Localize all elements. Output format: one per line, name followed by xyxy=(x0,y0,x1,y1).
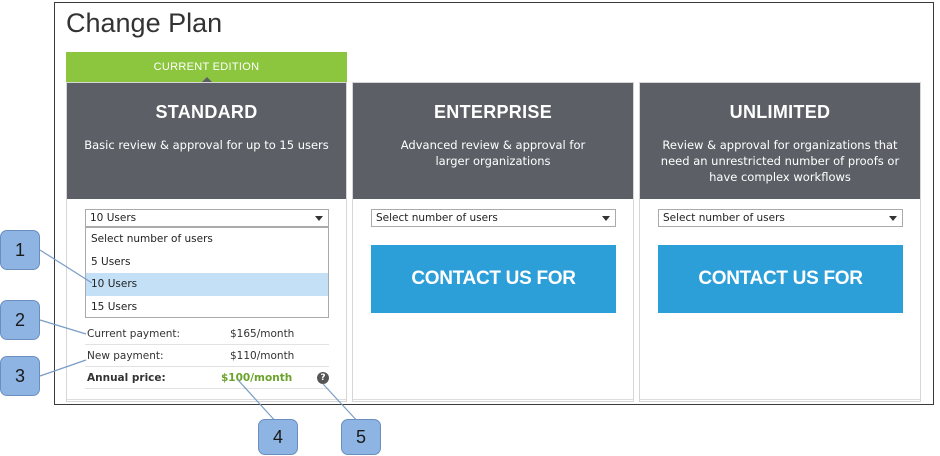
callout-badge-1: 1 xyxy=(0,230,40,270)
callout-leader-lines xyxy=(39,249,361,425)
leader-line-3 xyxy=(39,359,87,377)
leader-line-2 xyxy=(39,319,87,335)
callout-badge-5: 5 xyxy=(341,419,381,455)
leader-line-4 xyxy=(237,379,279,425)
leader-line-5 xyxy=(322,383,361,425)
callout-badge-2: 2 xyxy=(0,300,40,340)
callout-badge-3: 3 xyxy=(0,356,40,396)
leader-line-1 xyxy=(39,249,93,284)
callout-badge-4: 4 xyxy=(258,419,298,455)
